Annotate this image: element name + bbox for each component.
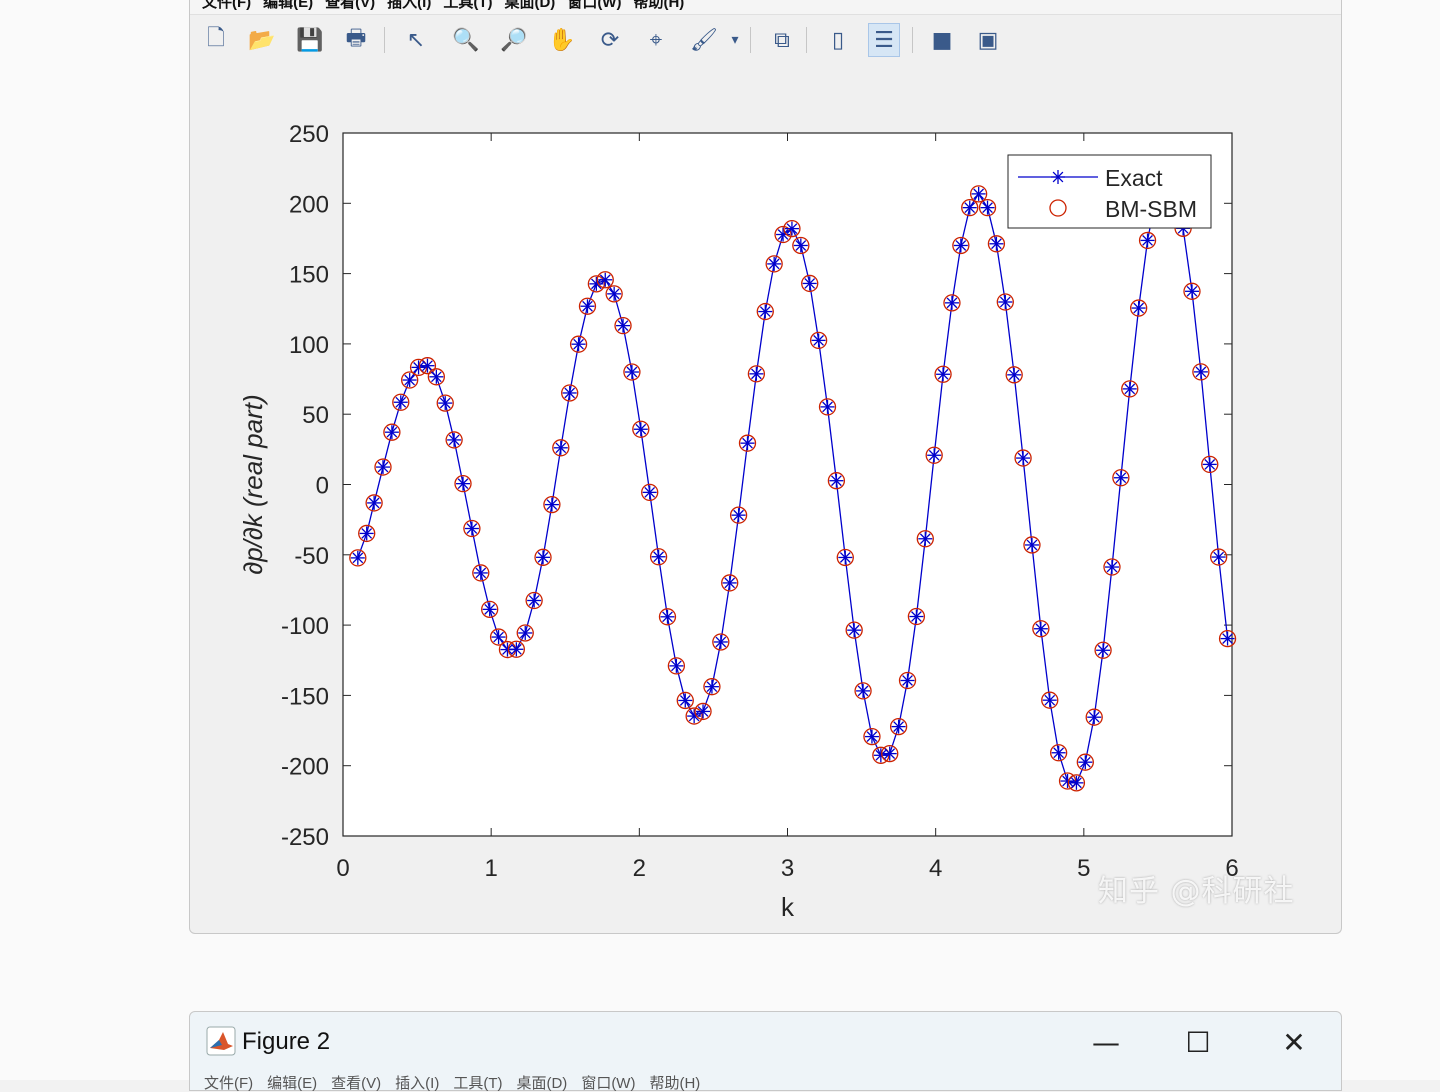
legend-label-exact: Exact [1105,165,1163,191]
exact-marker [704,679,719,694]
y-tick-label: 100 [289,332,329,359]
x-tick-label: 4 [929,855,942,882]
exact-marker [1184,284,1199,299]
y-tick-label: 0 [316,473,329,500]
legend-label-bm-sbm: BM-SBM [1105,196,1197,222]
menu-item-3[interactable]: 插入(I) [395,1072,439,1092]
menu-item-2[interactable]: 查看(V) [331,1072,381,1092]
menu-item-1[interactable]: 编辑(E) [267,1072,317,1092]
minimize-button[interactable]: — [1086,1022,1126,1062]
exact-marker [429,369,444,384]
exact-marker [740,436,755,451]
close-button[interactable]: ✕ [1274,1022,1314,1062]
figure-window: 文件(F) 编辑(E) 查看(V) 插入(I) 工具(T) 桌面(D) 窗口(W) 帮助(H)… [189,0,1342,934]
exact-marker [820,399,835,414]
x-tick-label: 5 [1077,855,1090,882]
exact-marker [1113,470,1128,485]
menu-item-0[interactable]: 文件(F) [204,1072,253,1092]
y-tick-label: -250 [281,824,329,851]
y-tick-label: -150 [281,683,329,710]
x-tick-label: 2 [633,855,646,882]
menu-item-4[interactable]: 工具(T) [453,1072,502,1092]
plot-area: 0 1 2 3 4 5 6250200150100500-50-100-150-200-25… [238,121,1239,922]
menu-item-7[interactable]: 帮助(H) [649,1072,700,1092]
exact-marker [367,495,382,510]
figure2-title: Figure 2 [242,1028,331,1055]
exact-marker [962,200,977,215]
exact-marker [456,476,471,491]
exact-marker [402,373,417,388]
exact-marker [696,704,711,719]
exact-marker [393,395,408,410]
y-tick-label: 50 [302,402,329,429]
maximize-button[interactable]: ☐ [1178,1022,1218,1062]
x-tick-label: 0 [336,855,349,882]
x-tick-label: 1 [484,855,497,882]
exact-marker [509,642,524,657]
exact-marker [1016,451,1031,466]
y-tick-label: 150 [289,262,329,289]
figure2-menubar: 文件(F) 编辑(E) 查看(V) 插入(I) 工具(T) 桌面(D) 窗口(W) 帮助(H) [190,1072,1341,1092]
y-tick-label: -100 [281,613,329,640]
exact-marker [1202,457,1217,472]
y-tick-label: 200 [289,191,329,218]
y-tick-label: -200 [281,754,329,781]
y-axis-label: ∂p/∂k (real part) [238,394,268,574]
menu-item-6[interactable]: 窗口(W) [581,1072,635,1092]
watermark: 知乎 @科研社 [1098,874,1295,909]
figure2-window: Figure 2 — ☐ ✕ 文件(F) 编辑(E) 查看(V) 插入(I) 工具(T)… [189,1011,1342,1092]
exact-marker [376,460,391,475]
x-tick-label: 3 [781,855,794,882]
y-tick-label: 250 [289,121,329,148]
menu-item-5[interactable]: 桌面(D) [516,1072,567,1092]
y-tick-label: -50 [294,543,329,570]
exact-marker [447,432,462,447]
legend-exact-marker [1051,170,1065,184]
matlab-logo-icon [206,1026,236,1056]
exact-marker [927,448,942,463]
x-axis-label: k [781,892,795,922]
